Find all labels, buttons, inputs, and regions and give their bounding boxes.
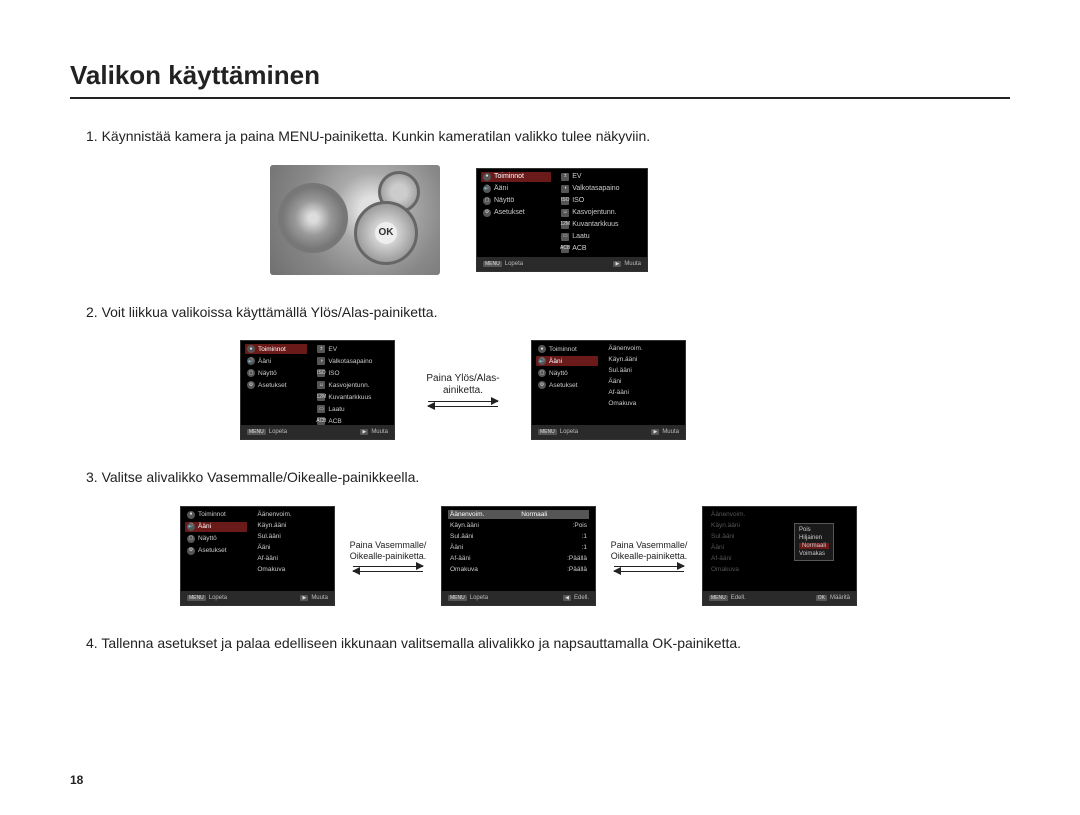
page-number: 18 (70, 773, 83, 787)
kv-header: Äänenvoim.Normaali (448, 510, 589, 519)
arrow-right-icon (614, 566, 684, 567)
step-4: 4. Tallenna asetukset ja palaa edellisee… (86, 634, 1010, 654)
ev-icon: ± (561, 173, 569, 181)
submenu-item: Äänenvoim. (606, 344, 681, 353)
gear-icon: ⚙ (538, 381, 546, 389)
menu-right-ev: ±EV (559, 172, 643, 182)
gear-icon: ⚙ (483, 209, 491, 217)
lcd-aani-kv: Äänenvoim.Normaali Käyn.ääni:Pois Sul.ää… (441, 506, 596, 606)
submenu-item: Af-ääni (606, 388, 681, 397)
kv-row: Äänenvoim. (709, 510, 850, 519)
arrow-left-icon (614, 571, 684, 572)
camera-photo: DISP OK (270, 165, 440, 275)
speaker-icon: 🔊 (247, 357, 255, 365)
menu-right-iso: ISOISO (559, 196, 643, 206)
wb-icon: ◑ (561, 185, 569, 193)
display-icon: ▢ (538, 369, 546, 377)
kv-row: Omakuva:Päällä (448, 565, 589, 574)
resolution-icon: 12M (317, 393, 325, 401)
caption-updown: Paina Ylös/Alas-ainiketta. (413, 373, 513, 407)
ev-icon: ± (317, 345, 325, 353)
popup-option-selected: Normaali (799, 543, 829, 549)
speaker-icon: 🔊 (483, 185, 491, 193)
face-icon: ☺ (317, 381, 325, 389)
camera-icon: ● (247, 345, 255, 353)
figure-row-1: DISP OK ●Toiminnot 🔊Ääni ▢Näyttö ⚙Asetuk… (270, 165, 1010, 275)
figure-row-3: ●Toiminnot 🔊Ääni ▢Näyttö ⚙Asetukset Ääne… (180, 506, 1010, 606)
speaker-icon: 🔊 (187, 523, 195, 531)
display-icon: ▢ (187, 535, 195, 543)
speaker-icon: 🔊 (538, 357, 546, 365)
submenu-item: Omakuva (606, 399, 681, 408)
menu-left-naytto: ▢Näyttö (245, 368, 307, 378)
options-popup: Pois Hiljainen Normaali Voimakas (794, 523, 834, 561)
menu-tag: MENU (483, 261, 502, 267)
menu-right-wb: ◑Valkotasapaino (559, 184, 643, 194)
kv-row: Sul.ääni:1 (448, 532, 589, 541)
menu-left-asetukset: ⚙Asetukset (481, 208, 551, 218)
gear-icon: ⚙ (247, 381, 255, 389)
submenu-item: Ääni (606, 377, 681, 386)
kv-row: Omakuva (709, 565, 850, 574)
camera-icon: ● (538, 345, 546, 353)
caption-leftright-1: Paina Vasemmalle/ Oikealle-painiketta. (343, 540, 433, 572)
popup-option: Pois (799, 527, 829, 533)
lcd-main-menu-2: ●Toiminnot 🔊Ääni ▢Näyttö ⚙Asetukset ±EV … (240, 340, 395, 440)
display-icon: ▢ (483, 197, 491, 205)
menu-right-acb: ACBACB (559, 244, 643, 254)
kv-row: Käyn.ääni:Pois (448, 521, 589, 530)
step-1: 1. Käynnistää kamera ja paina MENU-paini… (86, 127, 1010, 147)
page-title: Valikon käyttäminen (70, 60, 1010, 99)
figure-row-2: ●Toiminnot 🔊Ääni ▢Näyttö ⚙Asetukset ±EV … (240, 340, 1010, 440)
popup-option: Hiljainen (799, 535, 829, 541)
play-icon: ▶ (613, 261, 621, 267)
wb-icon: ◑ (317, 357, 325, 365)
lcd-popup: Äänenvoim. Käyn.ääni Sul.ääni Ääni Af-ää… (702, 506, 857, 606)
menu-left-toiminnot: ●Toiminnot (245, 344, 307, 354)
caption-leftright-2: Paina Vasemmalle/ Oikealle-painiketta. (604, 540, 694, 572)
menu-right-res: 12MKuvantarkkuus (559, 220, 643, 230)
menu-left-aani: 🔊Ääni (536, 356, 598, 366)
menu-right-quality: ▭Laatu (559, 232, 643, 242)
menu-left-aani: 🔊Ääni (481, 184, 551, 194)
menu-left-naytto: ▢Näyttö (536, 368, 598, 378)
arrow-left-icon (353, 571, 423, 572)
camera-icon: ● (483, 173, 491, 181)
menu-left-toiminnot: ●Toiminnot (536, 344, 598, 354)
lcd-bottom-bar: MENULopeta ▶Muuta (477, 257, 647, 271)
submenu-item: Sul.ääni (606, 366, 681, 375)
gear-icon: ⚙ (187, 547, 195, 555)
lcd-aani-selected-2: ●Toiminnot 🔊Ääni ▢Näyttö ⚙Asetukset Ääne… (180, 506, 335, 606)
display-icon: ▢ (247, 369, 255, 377)
face-icon: ☺ (561, 209, 569, 217)
camera-icon: ● (187, 511, 195, 519)
acb-icon: ACB (317, 417, 325, 425)
menu-left-asetukset: ⚙Asetukset (245, 380, 307, 390)
quality-icon: ▭ (317, 405, 325, 413)
menu-left-naytto: ▢Näyttö (481, 196, 551, 206)
ok-label: OK (375, 222, 397, 244)
quality-icon: ▭ (561, 233, 569, 241)
kv-row: Af-ääni:Päällä (448, 554, 589, 563)
lcd-main-menu: ●Toiminnot 🔊Ääni ▢Näyttö ⚙Asetukset ±EV … (476, 168, 648, 272)
menu-left-toiminnot: ●Toiminnot (481, 172, 551, 182)
menu-left-aani: 🔊Ääni (245, 356, 307, 366)
ok-pad: OK (354, 201, 418, 265)
camera-lens (278, 183, 348, 253)
step-3: 3. Valitse alivalikko Vasemmalle/Oikeall… (86, 468, 1010, 488)
step-2: 2. Voit liikkua valikoissa käyttämällä Y… (86, 303, 1010, 323)
menu-right-face: ☺Kasvojentunn. (559, 208, 643, 218)
submenu-item: Käyn.ääni (606, 355, 681, 364)
iso-icon: ISO (561, 197, 569, 205)
arrow-right-icon (353, 566, 423, 567)
resolution-icon: 12M (561, 221, 569, 229)
lcd-aani-selected: ●Toiminnot 🔊Ääni ▢Näyttö ⚙Asetukset Ääne… (531, 340, 686, 440)
iso-icon: ISO (317, 369, 325, 377)
arrow-right-icon (428, 401, 498, 402)
menu-left-asetukset: ⚙Asetukset (536, 380, 598, 390)
popup-option: Voimakas (799, 551, 829, 557)
acb-icon: ACB (561, 245, 569, 253)
arrow-left-icon (428, 406, 498, 407)
kv-row: Ääni:1 (448, 543, 589, 552)
